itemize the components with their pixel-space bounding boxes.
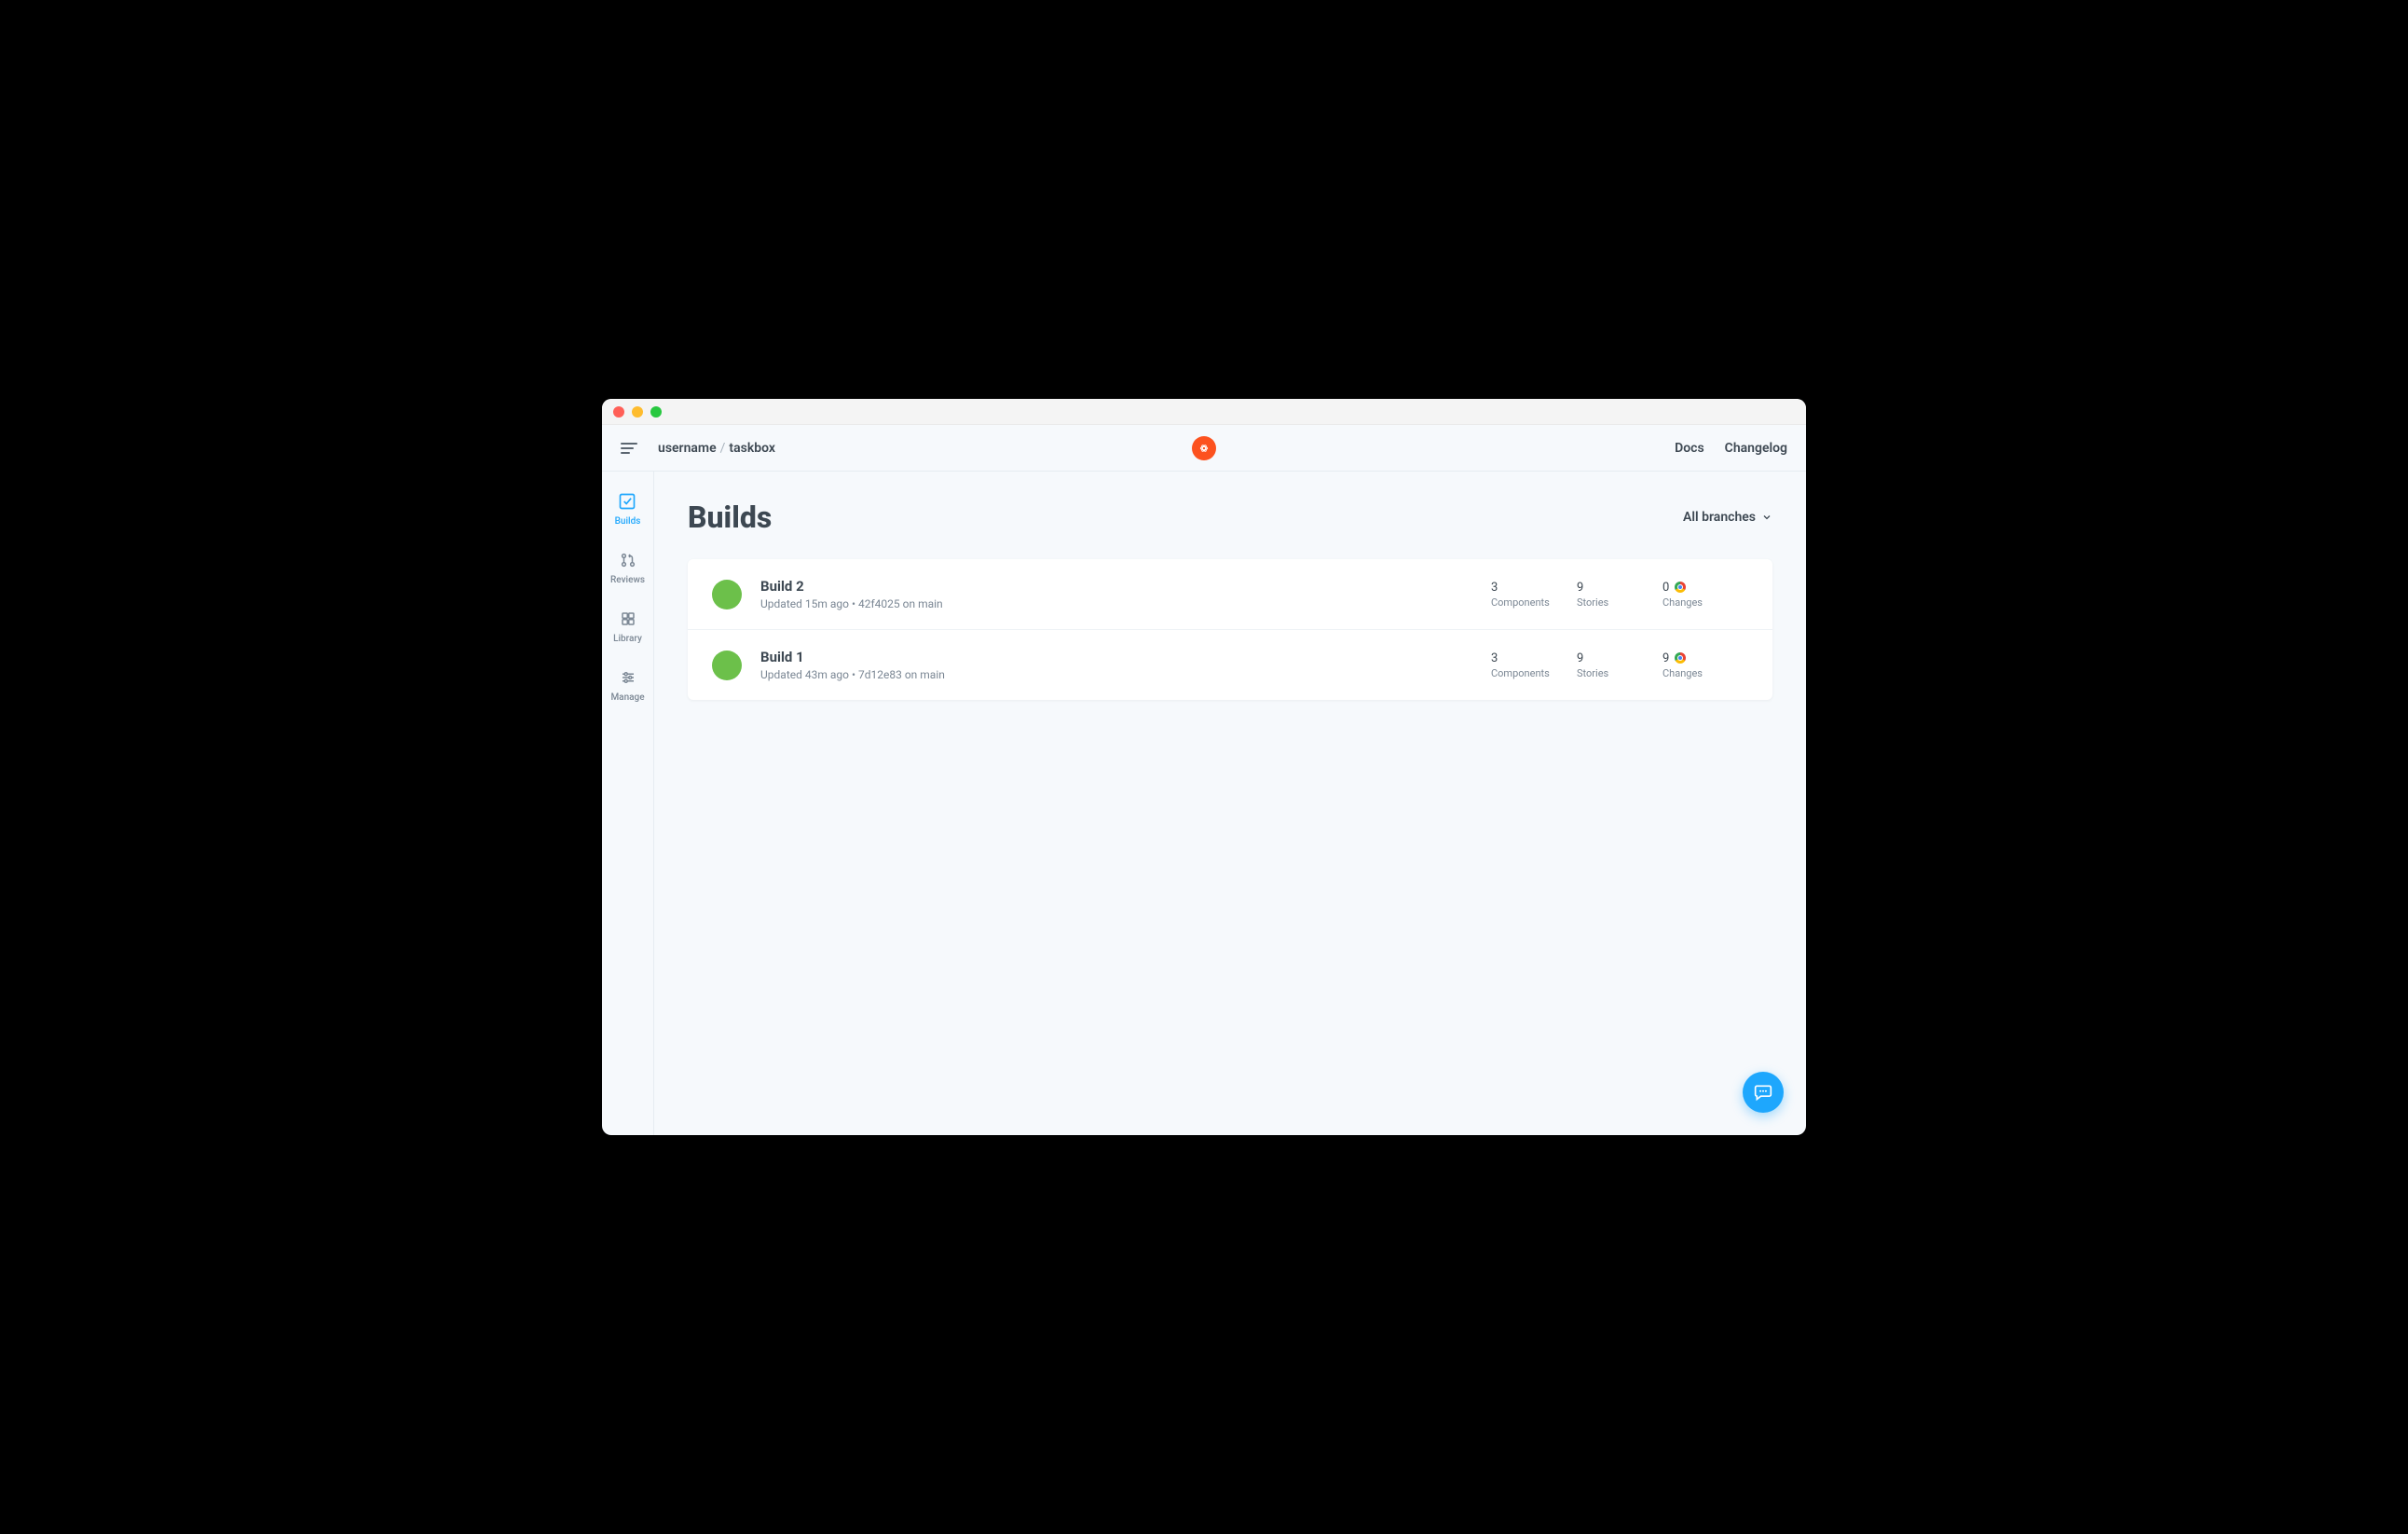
build-info: Build 1 Updated 43m ago • 7d12e83 on mai…: [760, 649, 1491, 681]
status-passed-icon: [712, 651, 742, 680]
stat-label: Stories: [1577, 596, 1662, 609]
build-meta: Updated 43m ago • 7d12e83 on main: [760, 668, 1491, 681]
main-content: Builds All branches Build 2 Updated 15m …: [654, 472, 1806, 1135]
commit-hash: 7d12e83: [858, 668, 902, 681]
stat-changes: 0 Changes: [1662, 581, 1748, 609]
stat-components: 3 Components: [1491, 651, 1577, 679]
chevron-down-icon: [1761, 512, 1772, 523]
stat-stories: 9 Stories: [1577, 581, 1662, 609]
build-meta: Updated 15m ago • 42f4025 on main: [760, 597, 1491, 610]
status-passed-icon: [712, 580, 742, 609]
stat-label: Changes: [1662, 596, 1748, 609]
chrome-icon: [1675, 652, 1686, 664]
branch-filter-dropdown[interactable]: All branches: [1683, 510, 1772, 525]
topbar-links: Docs Changelog: [1675, 441, 1787, 456]
page-title: Builds: [688, 500, 772, 535]
docs-link[interactable]: Docs: [1675, 441, 1704, 456]
build-list: Build 2 Updated 15m ago • 42f4025 on mai…: [688, 559, 1772, 700]
menu-icon[interactable]: [621, 438, 641, 459]
updated-ago: 43m ago: [805, 668, 849, 681]
window-minimize-button[interactable]: [632, 406, 643, 418]
sidebar-label: Reviews: [610, 575, 645, 585]
sidebar-item-reviews[interactable]: Reviews: [610, 551, 645, 585]
stat-value: 9: [1577, 581, 1662, 595]
build-row[interactable]: Build 1 Updated 43m ago • 7d12e83 on mai…: [688, 630, 1772, 700]
stat-components: 3 Components: [1491, 581, 1577, 609]
checkbox-icon: [618, 492, 636, 511]
stat-label: Components: [1491, 667, 1577, 679]
chat-icon: [1754, 1083, 1772, 1102]
chrome-icon: [1675, 582, 1686, 593]
updated-ago: 15m ago: [805, 597, 849, 610]
stat-stories: 9 Stories: [1577, 651, 1662, 679]
sidebar-label: Manage: [610, 692, 644, 703]
chat-button[interactable]: [1743, 1072, 1784, 1113]
build-info: Build 2 Updated 15m ago • 42f4025 on mai…: [760, 578, 1491, 610]
chromatic-logo-icon[interactable]: [1192, 436, 1216, 460]
sliders-icon: [619, 668, 637, 687]
window-close-button[interactable]: [613, 406, 624, 418]
stat-changes: 9 Changes: [1662, 651, 1748, 679]
topbar: username / taskbox Docs Changelog: [602, 425, 1806, 472]
grid-icon: [619, 609, 637, 628]
stat-label: Changes: [1662, 667, 1748, 679]
stat-value: 3: [1491, 651, 1577, 665]
branch-name: main: [920, 668, 945, 681]
stat-value: 0: [1662, 581, 1748, 595]
commit-hash: 42f4025: [858, 597, 900, 610]
breadcrumb-separator: /: [720, 441, 726, 456]
stat-value: 9: [1577, 651, 1662, 665]
breadcrumb-username: username: [658, 441, 717, 456]
build-title: Build 1: [760, 649, 1491, 665]
stat-label: Stories: [1577, 667, 1662, 679]
pull-request-icon: [619, 551, 637, 569]
build-row[interactable]: Build 2 Updated 15m ago • 42f4025 on mai…: [688, 559, 1772, 630]
build-title: Build 2: [760, 578, 1491, 595]
window-maximize-button[interactable]: [650, 406, 662, 418]
app-body: Builds Reviews: [602, 472, 1806, 1135]
window-titlebar: [602, 399, 1806, 425]
changelog-link[interactable]: Changelog: [1725, 441, 1787, 456]
stat-value: 3: [1491, 581, 1577, 595]
branch-filter-label: All branches: [1683, 510, 1756, 525]
sidebar-label: Builds: [615, 516, 641, 527]
stat-label: Components: [1491, 596, 1577, 609]
sidebar-item-library[interactable]: Library: [613, 609, 642, 644]
breadcrumb[interactable]: username / taskbox: [658, 441, 775, 456]
sidebar-label: Library: [613, 634, 642, 644]
page-header: Builds All branches: [688, 500, 1772, 535]
sidebar-item-builds[interactable]: Builds: [615, 492, 641, 527]
sidebar: Builds Reviews: [602, 472, 654, 1135]
stat-value: 9: [1662, 651, 1748, 665]
sidebar-item-manage[interactable]: Manage: [610, 668, 644, 703]
app-window: username / taskbox Docs Changelog: [602, 399, 1806, 1135]
breadcrumb-project: taskbox: [729, 441, 775, 456]
branch-name: main: [918, 597, 943, 610]
